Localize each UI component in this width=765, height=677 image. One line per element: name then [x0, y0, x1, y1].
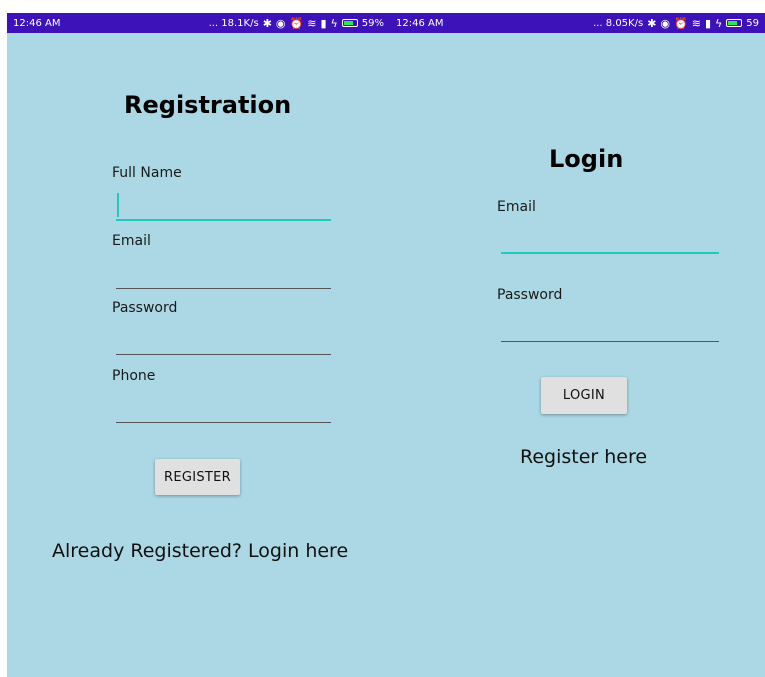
- registration-screen: 12:46 AM ... 18.1K/s ✱ ◉ ⏰ ≋ ▮ ϟ 59% Reg…: [7, 13, 390, 677]
- signal-icon: ▮: [320, 16, 327, 30]
- network-speed: ... 18.1K/s: [208, 17, 259, 29]
- alarm-icon: ⏰: [674, 16, 688, 30]
- wifi-icon: ≋: [691, 16, 701, 30]
- status-icons: ... 18.1K/s ✱ ◉ ⏰ ≋ ▮ ϟ 59%: [209, 18, 384, 29]
- phone-label: Phone: [112, 368, 156, 384]
- page-title: Registration: [124, 91, 292, 119]
- email-label: Email: [497, 199, 536, 215]
- password-input[interactable]: [116, 325, 331, 355]
- full-name-input[interactable]: [116, 191, 331, 221]
- charging-icon: ϟ: [715, 16, 723, 30]
- battery-icon: [726, 19, 743, 27]
- register-button[interactable]: REGISTER: [155, 459, 240, 495]
- battery-percent: 59: [746, 17, 759, 29]
- text-cursor: [117, 193, 119, 217]
- email-input[interactable]: [501, 224, 719, 254]
- phone-input[interactable]: [116, 393, 331, 423]
- password-label: Password: [497, 287, 563, 303]
- network-speed: ... 8.05K/s: [593, 17, 644, 29]
- full-name-label: Full Name: [112, 165, 182, 181]
- password-label: Password: [112, 300, 178, 316]
- battery-percent: 59%: [361, 17, 384, 29]
- status-bar: 12:46 AM ... 8.05K/s ✱ ◉ ⏰ ≋ ▮ ϟ 59: [390, 13, 765, 33]
- bluetooth-icon: ✱: [262, 16, 272, 30]
- login-link[interactable]: Already Registered? Login here: [52, 540, 348, 562]
- register-link[interactable]: Register here: [520, 446, 647, 468]
- password-input[interactable]: [501, 312, 719, 342]
- login-button[interactable]: LOGIN: [541, 377, 627, 414]
- wifi-icon: ≋: [307, 16, 317, 30]
- email-input[interactable]: [116, 259, 331, 289]
- status-time: 12:46 AM: [396, 17, 444, 29]
- email-label: Email: [112, 233, 151, 249]
- status-bar: 12:46 AM ... 18.1K/s ✱ ◉ ⏰ ≋ ▮ ϟ 59%: [7, 13, 390, 33]
- eye-icon: ◉: [275, 16, 286, 30]
- status-time: 12:46 AM: [13, 17, 61, 29]
- signal-icon: ▮: [704, 16, 711, 30]
- eye-icon: ◉: [660, 16, 671, 30]
- status-icons: ... 8.05K/s ✱ ◉ ⏰ ≋ ▮ ϟ 59: [593, 18, 759, 29]
- bluetooth-icon: ✱: [647, 16, 657, 30]
- login-screen: 12:46 AM ... 8.05K/s ✱ ◉ ⏰ ≋ ▮ ϟ 59 Logi…: [390, 13, 765, 677]
- battery-icon: [341, 19, 358, 27]
- alarm-icon: ⏰: [289, 16, 304, 30]
- charging-icon: ϟ: [330, 16, 338, 30]
- page-title: Login: [549, 145, 624, 173]
